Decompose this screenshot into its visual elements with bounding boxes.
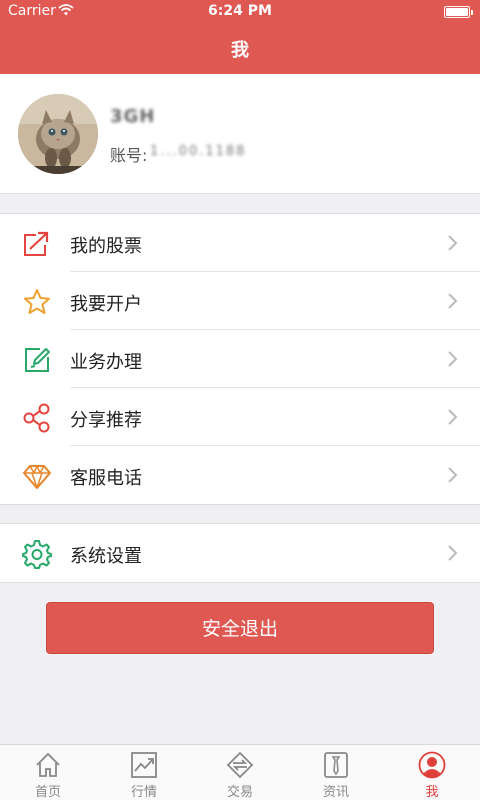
account-value: 1...00.1188 <box>150 144 247 159</box>
trending-up-icon <box>22 229 52 259</box>
status-bar: Carrier 6:24 PM <box>0 0 480 24</box>
gear-icon <box>22 539 52 569</box>
chart-icon <box>131 752 157 778</box>
battery-icon <box>444 6 473 18</box>
edit-icon <box>22 345 52 375</box>
tab-bar: 首页 行情 交易 资讯 我 <box>0 744 480 800</box>
share-icon <box>22 403 52 433</box>
menu-label: 系统设置 <box>70 546 142 567</box>
menu-item-my-stocks[interactable]: 我的股票 <box>0 214 480 272</box>
chevron-right-icon <box>446 233 460 253</box>
exchange-icon <box>226 751 254 779</box>
tab-label: 我 <box>425 785 439 800</box>
tab-label: 首页 <box>34 785 61 800</box>
chevron-right-icon <box>446 407 460 427</box>
menu-item-business[interactable]: 业务办理 <box>0 330 480 388</box>
tab-me[interactable]: 我 <box>384 745 480 800</box>
menu-item-settings[interactable]: 系统设置 <box>0 524 480 582</box>
chevron-right-icon <box>446 543 460 563</box>
account-label: 账号: <box>110 146 148 165</box>
avatar[interactable] <box>18 94 98 174</box>
menu-item-customer-service[interactable]: 客服电话 <box>0 446 480 504</box>
diamond-icon <box>22 461 52 491</box>
chevron-right-icon <box>446 465 460 485</box>
logout-button[interactable]: 安全退出 <box>46 602 434 654</box>
chevron-right-icon <box>446 349 460 369</box>
tab-market[interactable]: 行情 <box>96 745 192 800</box>
chevron-right-icon <box>446 291 460 311</box>
menu-group-settings: 系统设置 <box>0 523 480 583</box>
menu-label: 我的股票 <box>70 236 142 257</box>
menu-label: 分享推荐 <box>70 410 142 431</box>
profile-card[interactable]: 3GH 账号: 1...00.1188 <box>0 74 480 194</box>
menu-label: 业务办理 <box>70 352 142 373</box>
page-title: 我 <box>231 40 249 61</box>
tab-label: 行情 <box>130 785 157 800</box>
app-header: Carrier 6:24 PM 我 <box>0 0 480 74</box>
menu-item-share[interactable]: 分享推荐 <box>0 388 480 446</box>
menu-item-open-account[interactable]: 我要开户 <box>0 272 480 330</box>
menu-group-main: 我的股票 我要开户 业务办理 分享推荐 客服电话 <box>0 213 480 505</box>
user-icon <box>418 751 446 779</box>
status-time: 6:24 PM <box>208 3 272 19</box>
tab-label: 资讯 <box>322 785 349 800</box>
user-name: 3GH <box>110 106 156 127</box>
home-icon <box>36 752 60 777</box>
news-icon <box>324 752 348 778</box>
tab-label: 交易 <box>226 785 253 800</box>
menu-label: 我要开户 <box>70 294 142 315</box>
tab-trade[interactable]: 交易 <box>192 745 288 800</box>
menu-label: 客服电话 <box>70 468 142 489</box>
tab-home[interactable]: 首页 <box>0 745 96 800</box>
tab-news[interactable]: 资讯 <box>288 745 384 800</box>
star-icon <box>22 287 52 317</box>
